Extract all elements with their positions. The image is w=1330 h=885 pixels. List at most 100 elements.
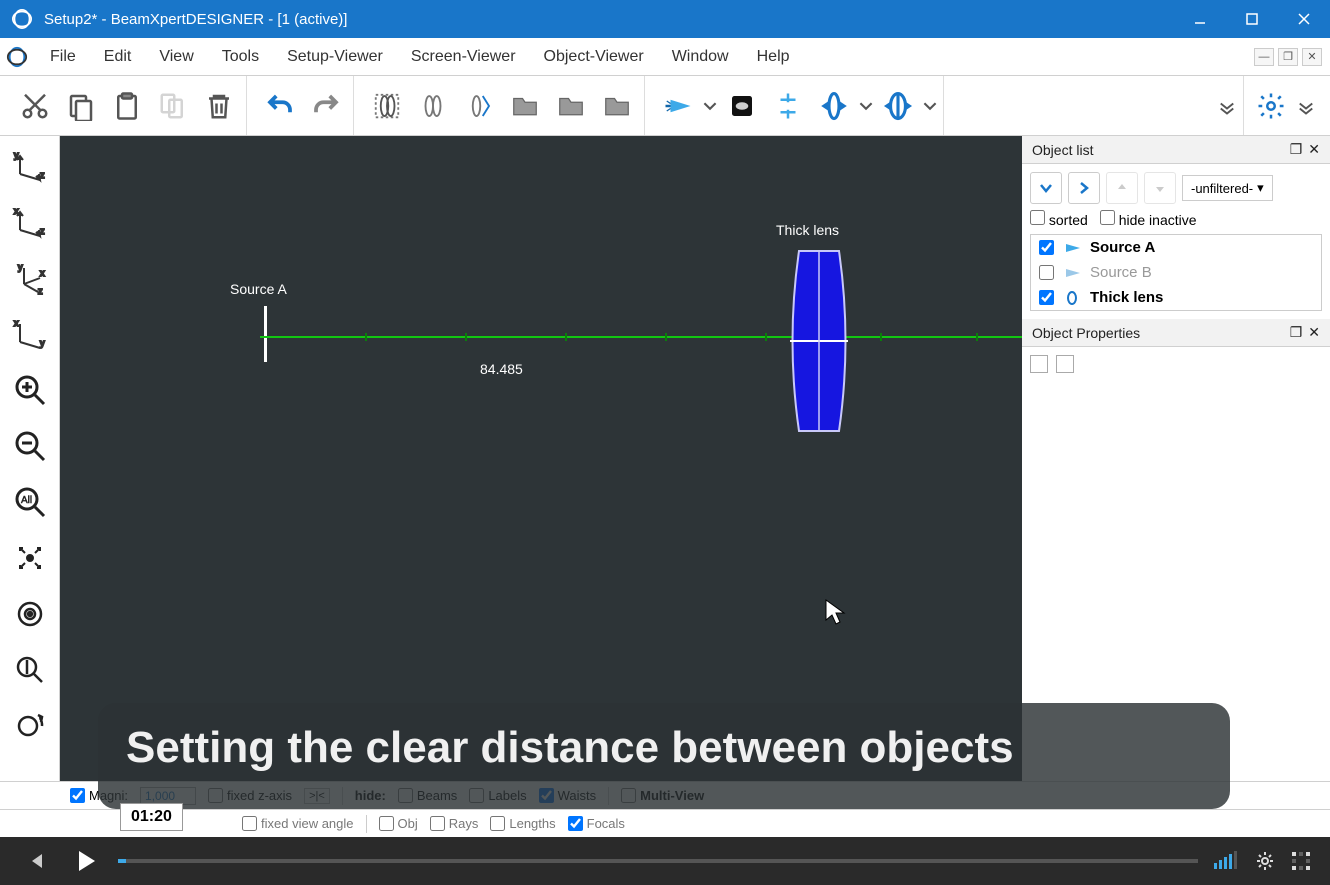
center-button[interactable]: [8, 536, 52, 580]
select-lens-dashed-button[interactable]: [366, 85, 408, 127]
delete-button[interactable]: [198, 85, 240, 127]
object-item-checkbox[interactable]: [1039, 290, 1054, 305]
object-item-checkbox[interactable]: [1039, 240, 1054, 255]
move-down-icon[interactable]: [1144, 172, 1176, 204]
hide-inactive-checkbox[interactable]: hide inactive: [1100, 210, 1197, 228]
thick-lens-dropdown[interactable]: [923, 85, 937, 127]
thin-lens-button[interactable]: [813, 85, 855, 127]
settings-overflow-button[interactable]: [1296, 85, 1316, 127]
svg-text:y: y: [40, 338, 45, 348]
distance-label: 84.485: [480, 361, 523, 377]
menu-object-viewer[interactable]: Object-Viewer: [530, 42, 658, 72]
hide-rays-checkbox[interactable]: Rays: [430, 816, 479, 831]
zoom-in-button[interactable]: [8, 368, 52, 412]
expand-property-icon[interactable]: [1030, 355, 1048, 373]
filter-dropdown[interactable]: -unfiltered-▾: [1182, 175, 1273, 201]
rotate-button[interactable]: [8, 704, 52, 748]
cut-button[interactable]: [14, 85, 56, 127]
menu-edit[interactable]: Edit: [90, 42, 146, 72]
zoom-all-button[interactable]: All: [8, 480, 52, 524]
lens-pair-button[interactable]: [412, 85, 454, 127]
next-icon[interactable]: [1068, 172, 1100, 204]
svg-text:All: All: [21, 495, 32, 506]
video-player-bar: [0, 837, 1330, 885]
axis-yxz-button[interactable]: yxz: [8, 256, 52, 300]
aperture-button[interactable]: [767, 85, 809, 127]
copy-alt-button[interactable]: [152, 85, 194, 127]
axis-tick: [365, 333, 367, 341]
object-list-item[interactable]: Thick lens: [1031, 285, 1321, 310]
axis-tick: [665, 333, 667, 341]
svg-text:y: y: [14, 150, 19, 160]
move-up-icon[interactable]: [1106, 172, 1138, 204]
folder-c-button[interactable]: [596, 85, 638, 127]
right-panel-area: Object list ❐ ✕ -unfiltered-▾ sorted hid…: [1022, 136, 1330, 781]
zoom-out-button[interactable]: [8, 424, 52, 468]
hide-lengths-checkbox[interactable]: Lengths: [490, 816, 555, 831]
mdi-close-button[interactable]: ✕: [1302, 48, 1322, 66]
thick-lens-object[interactable]: [784, 246, 854, 439]
video-prev-button[interactable]: [18, 843, 54, 879]
video-play-button[interactable]: [68, 843, 104, 879]
sorted-checkbox[interactable]: sorted: [1030, 210, 1088, 228]
measure-button[interactable]: [8, 648, 52, 692]
hide-obj-checkbox[interactable]: Obj: [379, 816, 418, 831]
settings-button[interactable]: [1250, 85, 1292, 127]
copy-button[interactable]: [60, 85, 102, 127]
mdi-restore-button[interactable]: ❐: [1278, 48, 1298, 66]
undo-button[interactable]: [259, 85, 301, 127]
object-list-item[interactable]: Source A: [1031, 235, 1321, 260]
mdi-minimize-button[interactable]: —: [1254, 48, 1274, 66]
beam-icon: [1062, 266, 1082, 280]
object-properties-header: Object Properties ❐ ✕: [1022, 319, 1330, 347]
beam-source-dropdown[interactable]: [703, 85, 717, 127]
toolbar-overflow-button[interactable]: [1217, 85, 1237, 127]
video-settings-icon[interactable]: [1254, 850, 1276, 872]
screen-button[interactable]: [721, 85, 763, 127]
thick-lens-button[interactable]: [877, 85, 919, 127]
close-button[interactable]: [1290, 5, 1318, 33]
axis-tick: [976, 333, 978, 341]
target-button[interactable]: [8, 592, 52, 636]
object-item-checkbox[interactable]: [1039, 265, 1054, 280]
hide-focals-checkbox[interactable]: Focals: [568, 816, 625, 831]
panel-undock-icon[interactable]: ❐: [1290, 324, 1303, 341]
collapse-property-icon[interactable]: [1056, 355, 1074, 373]
menu-screen-viewer[interactable]: Screen-Viewer: [397, 42, 530, 72]
axis-yz-button[interactable]: yz: [8, 144, 52, 188]
object-list-item[interactable]: Source B: [1031, 260, 1321, 285]
video-progress-bar[interactable]: [118, 859, 1198, 863]
axis-xz-button[interactable]: xz: [8, 200, 52, 244]
window-titlebar: Setup2* - BeamXpertDESIGNER - [1 (active…: [0, 0, 1330, 38]
menu-view[interactable]: View: [145, 42, 207, 72]
lens-insert-button[interactable]: [458, 85, 500, 127]
fullscreen-icon[interactable]: [1290, 850, 1312, 872]
svg-text:z: z: [38, 286, 43, 296]
collapse-icon[interactable]: [1030, 172, 1062, 204]
menu-tools[interactable]: Tools: [208, 42, 273, 72]
thin-lens-dropdown[interactable]: [859, 85, 873, 127]
panel-undock-icon[interactable]: ❐: [1290, 141, 1303, 158]
maximize-button[interactable]: [1238, 5, 1266, 33]
menu-window[interactable]: Window: [658, 42, 743, 72]
axis-tick: [765, 333, 767, 341]
minimize-button[interactable]: [1186, 5, 1214, 33]
object-properties-title: Object Properties: [1032, 325, 1140, 341]
axis-xy-button[interactable]: xy: [8, 312, 52, 356]
menu-file[interactable]: File: [36, 42, 90, 72]
setup-canvas[interactable]: Source A 84.485 Thick lens: [60, 136, 1022, 781]
fixed-view-checkbox[interactable]: fixed view angle: [242, 816, 354, 831]
menu-setup-viewer[interactable]: Setup-Viewer: [273, 42, 397, 72]
menu-help[interactable]: Help: [743, 42, 804, 72]
folder-b-button[interactable]: [550, 85, 592, 127]
object-list-title: Object list: [1032, 142, 1093, 158]
folder-a-button[interactable]: [504, 85, 546, 127]
panel-close-icon[interactable]: ✕: [1308, 324, 1320, 341]
volume-icon[interactable]: [1212, 851, 1240, 871]
source-a-marker[interactable]: [264, 306, 267, 362]
panel-close-icon[interactable]: ✕: [1308, 141, 1320, 158]
app-icon-small: [6, 46, 28, 68]
paste-button[interactable]: [106, 85, 148, 127]
redo-button[interactable]: [305, 85, 347, 127]
beam-source-button[interactable]: [657, 85, 699, 127]
